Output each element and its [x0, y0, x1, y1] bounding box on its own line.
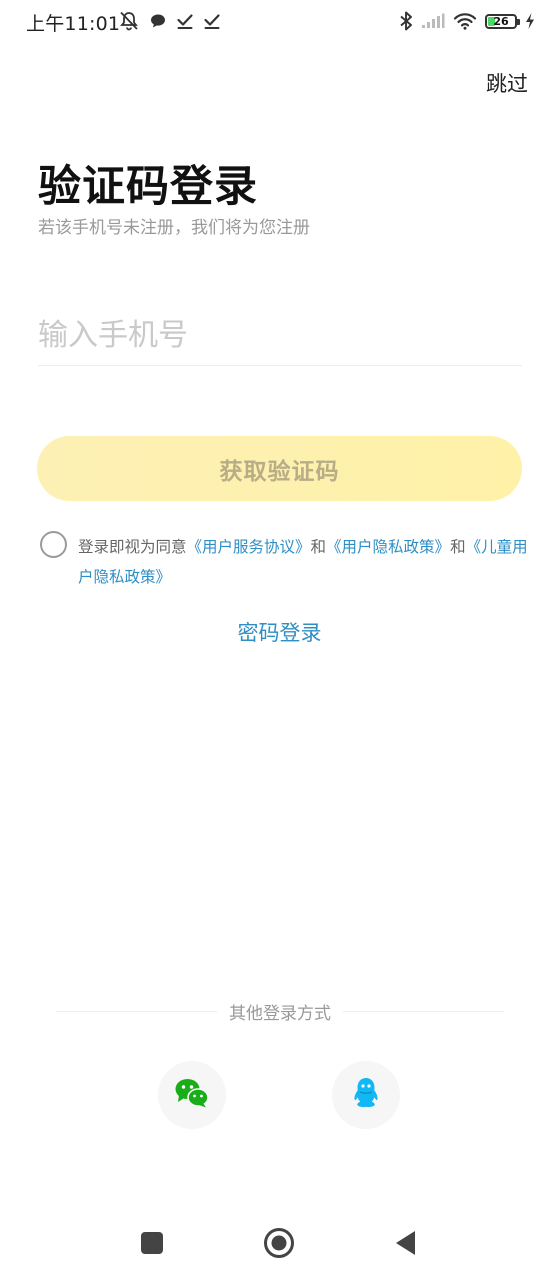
phone-number-input[interactable]: [38, 306, 522, 366]
page-subtitle: 若该手机号未注册，我们将为您注册: [38, 218, 310, 238]
chat-bubble-icon: [149, 12, 167, 30]
recents-icon: [140, 1231, 164, 1259]
agreement-text: 登录即视为同意《用户服务协议》和《用户隐私政策》和《儿童用户隐私政策》: [78, 532, 528, 592]
wechat-icon: [174, 1077, 210, 1113]
check-icon: [203, 12, 221, 30]
page-title: 验证码登录: [38, 162, 258, 212]
status-time: 上午11:01: [26, 13, 121, 35]
qq-icon: [351, 1076, 381, 1114]
mute-alarm-icon: [118, 11, 140, 31]
back-button[interactable]: [388, 1227, 424, 1263]
battery-level: 26: [493, 14, 509, 28]
user-service-agreement-link[interactable]: 《用户服务协议》: [187, 538, 311, 556]
status-notification-icons: [118, 10, 221, 32]
other-login-divider: 其他登录方式: [56, 998, 504, 1024]
home-icon: [263, 1227, 295, 1263]
divider-line: [343, 1010, 504, 1012]
bluetooth-icon: [399, 11, 413, 31]
other-login-label: 其他登录方式: [229, 1003, 331, 1024]
home-button[interactable]: [261, 1227, 297, 1263]
recents-button[interactable]: [134, 1227, 170, 1263]
status-bar: 上午11:01 26: [0, 0, 559, 44]
check-icon: [176, 12, 194, 30]
battery-icon: 26: [485, 13, 520, 29]
agreement-and: 和: [450, 538, 466, 556]
user-privacy-policy-link[interactable]: 《用户隐私政策》: [326, 538, 450, 556]
divider-line: [56, 1010, 217, 1012]
skip-button[interactable]: 跳过: [486, 68, 528, 98]
wechat-login-button[interactable]: [158, 1061, 226, 1129]
password-login-link[interactable]: 密码登录: [238, 621, 322, 645]
charging-icon: [525, 12, 535, 30]
back-icon: [394, 1230, 418, 1260]
agreement-prefix: 登录即视为同意: [78, 538, 187, 556]
qq-login-button[interactable]: [332, 1061, 400, 1129]
get-verification-code-button[interactable]: 获取验证码: [37, 436, 522, 501]
wifi-icon: [453, 12, 477, 30]
password-login-row: 密码登录: [0, 617, 559, 647]
system-navigation-bar: [0, 1210, 559, 1280]
signal-icon: [421, 13, 445, 29]
agreement-and: 和: [310, 538, 327, 556]
agreement-checkbox[interactable]: [40, 531, 67, 558]
status-system-icons: 26: [399, 10, 535, 32]
